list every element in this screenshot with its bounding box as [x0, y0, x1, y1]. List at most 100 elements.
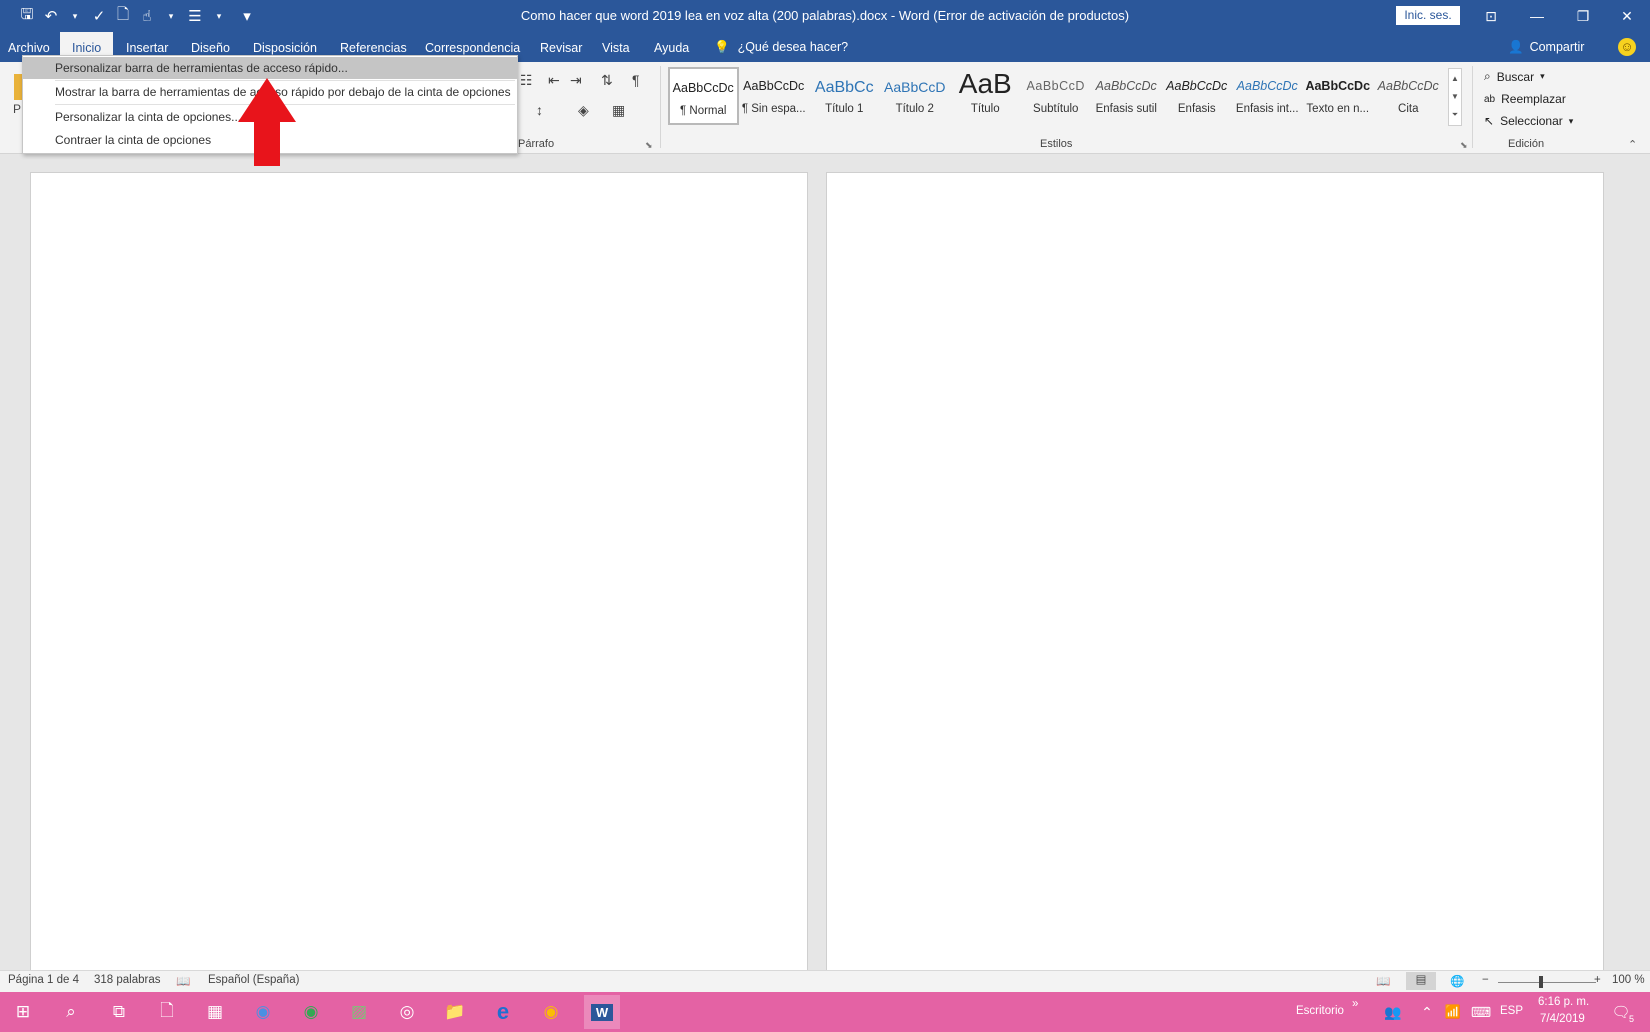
- task-view-icon[interactable]: ⧉: [104, 998, 134, 1026]
- collapse-ribbon-icon[interactable]: ⌃: [1628, 138, 1637, 151]
- input-language[interactable]: ESP: [1500, 1005, 1523, 1017]
- document-area[interactable]: [0, 155, 1650, 972]
- group-separator: [1472, 66, 1473, 148]
- search-icon[interactable]: ⌕: [56, 998, 86, 1026]
- zoom-in-icon[interactable]: +: [1594, 974, 1601, 986]
- toolbar-chevron-icon[interactable]: »: [1352, 998, 1358, 1010]
- style-enfasis-sutil[interactable]: AaBbCcDc Énfasis sutil: [1091, 67, 1162, 125]
- tab-vista[interactable]: Vista: [602, 32, 630, 62]
- windows-start-icon[interactable]: ⊞: [8, 998, 38, 1026]
- style-titulo-1[interactable]: AaBbCc Título 1: [809, 67, 880, 125]
- tell-me-label: ¿Qué desea hacer?: [737, 40, 849, 54]
- list-caret-icon[interactable]: ▾: [208, 5, 230, 27]
- chrome-profile-icon[interactable]: ◉: [536, 998, 566, 1026]
- read-mode-icon[interactable]: 📖: [1376, 974, 1390, 988]
- style-titulo[interactable]: AaB Título: [950, 67, 1021, 125]
- tab-ayuda[interactable]: Ayuda: [654, 32, 689, 62]
- notifications-icon[interactable]: 🗨 5: [1606, 998, 1636, 1026]
- menu-item-customize-qat[interactable]: Personalizar barra de herramientas de ac…: [23, 57, 517, 79]
- clock-date[interactable]: 7/4/2019: [1540, 1013, 1585, 1025]
- sign-in-button[interactable]: Inic. ses.: [1396, 6, 1460, 25]
- customize-qat-icon[interactable]: ▾: [232, 5, 262, 27]
- edge-icon[interactable]: e: [488, 998, 518, 1026]
- styles-launcher-icon[interactable]: ⬊: [1460, 140, 1468, 151]
- feedback-smiley-icon[interactable]: ☺: [1618, 38, 1636, 56]
- style-sample: AaB: [958, 69, 1012, 99]
- style-sin-espaciado[interactable]: AaBbCcDc ¶ Sin espa...: [739, 67, 810, 125]
- restore-button[interactable]: ❐: [1560, 0, 1606, 32]
- page-count[interactable]: Página 1 de 4: [8, 974, 79, 986]
- chrome-canary-icon[interactable]: ◉: [248, 998, 278, 1026]
- style-sample: AaBbCc: [814, 79, 874, 96]
- style-subtitulo[interactable]: AaBbCcD Subtítulo: [1021, 67, 1092, 125]
- zoom-slider-track[interactable]: [1498, 982, 1596, 983]
- touch-keyboard-icon[interactable]: ⌨: [1466, 998, 1496, 1026]
- zoom-out-icon[interactable]: −: [1482, 974, 1489, 986]
- style-enfasis-intenso[interactable]: AaBbCcDc Énfasis int...: [1232, 67, 1303, 125]
- style-enfasis[interactable]: AaBbCcDc Énfasis: [1162, 67, 1233, 125]
- replace-button[interactable]: ab Reemplazar: [1484, 92, 1566, 106]
- style-name: Énfasis sutil: [1095, 103, 1157, 115]
- paragraph-launcher-icon[interactable]: ⬊: [645, 140, 653, 151]
- select-button[interactable]: ↖ Seleccionar ▾: [1484, 114, 1573, 128]
- quick-access-toolbar: 🖫 ↶ ▾ ✓ 🗋 ☝ ▾ ☰ ▾ ▾: [16, 5, 262, 27]
- sort-icon[interactable]: ⇅: [601, 72, 613, 89]
- style-name: Título 2: [895, 103, 934, 115]
- style-cita[interactable]: AaBbCcDc Cita: [1373, 67, 1444, 125]
- windows-taskbar: ⊞ ⌕ ⧉ 🗋 ▦ ◉ ◉ ▨ ◎ 📁 e ◉ W Escritorio » 👥…: [0, 992, 1650, 1032]
- people-icon[interactable]: 👥: [1378, 998, 1408, 1026]
- styles-group-label: Estilos: [1040, 138, 1073, 150]
- minimize-button[interactable]: —: [1514, 0, 1560, 32]
- decrease-indent-icon[interactable]: ⇤: [548, 72, 560, 89]
- find-button[interactable]: ⌕ Buscar ▾: [1484, 69, 1545, 84]
- style-normal[interactable]: AaBbCcDc ¶ Normal: [668, 67, 739, 125]
- shading-icon[interactable]: ◈: [578, 102, 589, 119]
- find-label: Buscar: [1496, 69, 1535, 84]
- proofing-icon[interactable]: 📖: [176, 974, 190, 988]
- line-spacing-icon[interactable]: ↕: [536, 102, 543, 118]
- zoom-level[interactable]: 100 %: [1612, 974, 1645, 986]
- style-texto-en-negrita[interactable]: AaBbCcDc Texto en n...: [1303, 67, 1374, 125]
- zoom-slider-thumb[interactable]: [1539, 976, 1543, 988]
- borders-icon[interactable]: ▦: [612, 102, 625, 119]
- file-explorer-icon[interactable]: 📁: [440, 998, 470, 1026]
- more-styles-icon[interactable]: ⏷: [1452, 110, 1458, 120]
- document-page-1[interactable]: [30, 172, 808, 972]
- groove-music-icon[interactable]: ◎: [392, 998, 422, 1026]
- tell-me-box[interactable]: 💡 ¿Qué desea hacer?: [714, 32, 848, 62]
- style-name: Título 1: [825, 103, 864, 115]
- list-icon[interactable]: ☰: [184, 5, 206, 27]
- share-button[interactable]: 👤 Compartir: [1508, 32, 1584, 62]
- scroll-down-icon[interactable]: ▼: [1451, 92, 1459, 101]
- close-button[interactable]: ✕: [1604, 0, 1650, 32]
- spelling-icon[interactable]: ✓: [88, 5, 110, 27]
- touch-caret-icon[interactable]: ▾: [160, 5, 182, 27]
- undo-icon[interactable]: ↶: [40, 5, 62, 27]
- increase-indent-icon[interactable]: ⇥: [570, 72, 582, 89]
- clock-time[interactable]: 6:16 p. m.: [1538, 996, 1589, 1008]
- style-titulo-2[interactable]: AaBbCcD Título 2: [880, 67, 951, 125]
- document-page-2[interactable]: [826, 172, 1604, 972]
- undo-caret-icon[interactable]: ▾: [64, 5, 86, 27]
- file-icon[interactable]: 🗋: [152, 998, 182, 1026]
- wifi-icon[interactable]: 📶: [1438, 998, 1468, 1026]
- style-sample: AaBbCcDc: [1095, 79, 1157, 93]
- word-count[interactable]: 318 palabras: [94, 974, 161, 986]
- touch-mode-icon[interactable]: ☝: [136, 5, 158, 27]
- word-taskbar-button[interactable]: W: [584, 995, 620, 1029]
- scroll-up-icon[interactable]: ▲: [1451, 74, 1459, 83]
- web-layout-icon[interactable]: 🌐: [1450, 974, 1464, 988]
- style-name: Título: [970, 103, 1000, 115]
- chrome-icon[interactable]: ◉: [296, 998, 326, 1026]
- photos-icon[interactable]: ▨: [344, 998, 374, 1026]
- save-icon[interactable]: 🖫: [16, 5, 38, 27]
- ribbon-display-options-icon[interactable]: ⊡: [1468, 0, 1514, 32]
- language-status[interactable]: Español (España): [208, 974, 299, 986]
- print-layout-icon[interactable]: ▤: [1406, 972, 1436, 990]
- list-icon[interactable]: ☷: [520, 72, 533, 89]
- desktop-toolbar-label[interactable]: Escritorio: [1296, 1005, 1344, 1017]
- calculator-icon[interactable]: ▦: [200, 998, 230, 1026]
- pilcrow-icon[interactable]: ¶: [632, 72, 640, 88]
- tab-revisar[interactable]: Revisar: [540, 32, 582, 62]
- new-document-icon[interactable]: 🗋: [112, 5, 134, 27]
